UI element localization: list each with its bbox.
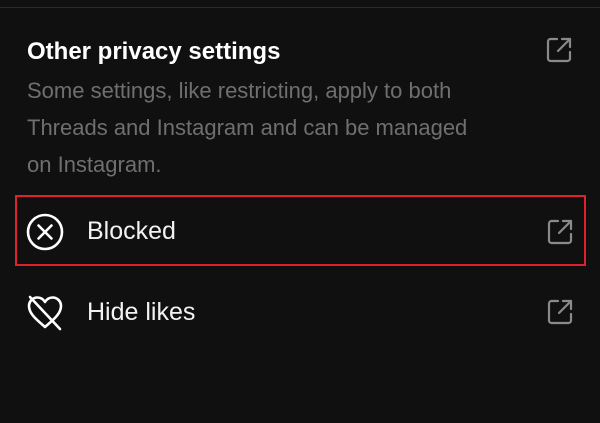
external-link-icon[interactable] (546, 218, 574, 246)
hide-likes-row[interactable]: Hide likes (0, 276, 600, 348)
section-description: Some settings, like restricting, apply t… (27, 78, 468, 177)
section-title: Other privacy settings (27, 38, 281, 65)
external-link-icon[interactable] (545, 36, 573, 64)
blocked-row[interactable]: Blocked (0, 196, 600, 268)
other-privacy-settings-section[interactable]: Other privacy settings Some settings, li… (0, 20, 600, 190)
hide-likes-label: Hide likes (87, 298, 196, 326)
top-divider (0, 0, 600, 8)
external-link-icon[interactable] (546, 298, 574, 326)
heart-slash-icon (25, 293, 65, 333)
blocked-label: Blocked (87, 217, 176, 245)
blocked-x-circle-icon (25, 212, 65, 252)
